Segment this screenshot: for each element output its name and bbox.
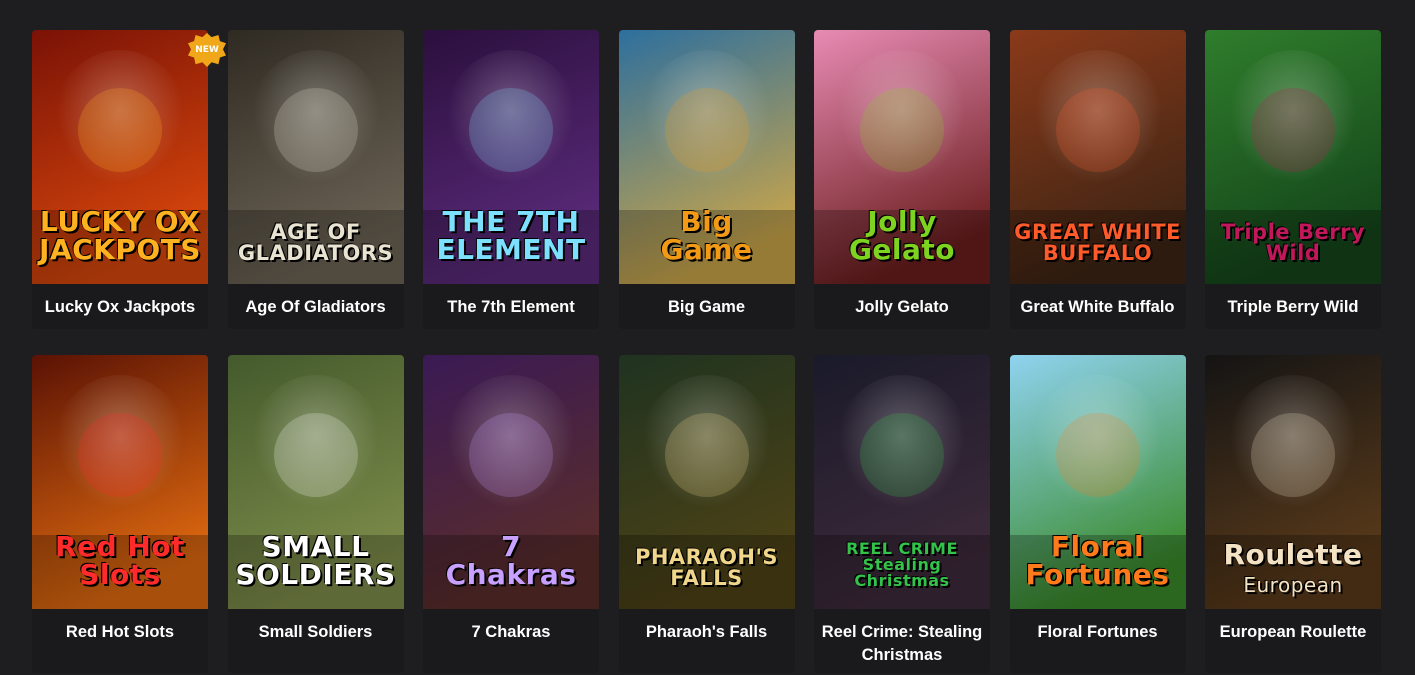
game-card-red-hot-slots[interactable]: Red Hot Slots Red Hot Slots: [32, 355, 208, 673]
game-logo: REEL CRIME Stealing Christmas: [814, 541, 990, 589]
game-title[interactable]: Floral Fortunes: [1010, 609, 1186, 644]
game-card-7-chakras[interactable]: 7 Chakras 7 Chakras: [423, 355, 599, 673]
game-title[interactable]: Lucky Ox Jackpots: [32, 284, 208, 319]
game-logo-line-2: JACKPOTS: [39, 233, 201, 266]
game-thumbnail[interactable]: 7 Chakras: [423, 355, 599, 609]
game-card-age-of-gladiators[interactable]: AGE OF GLADIATORS Age Of Gladiators: [227, 30, 404, 329]
game-logo-line-1: GREAT WHITE: [1014, 220, 1181, 244]
game-thumbnail[interactable]: THE 7TH ELEMENT: [423, 30, 599, 284]
game-card-pharaoh-s-falls[interactable]: PHARAOH'S FALLS Pharaoh's Falls: [618, 355, 795, 673]
game-logo-line-1: THE 7TH: [442, 205, 580, 238]
game-logo-line-1: PHARAOH'S: [634, 545, 779, 569]
game-logo: Red Hot Slots: [32, 533, 208, 589]
game-logo-line-1: SMALL: [261, 530, 370, 563]
game-thumbnail[interactable]: LUCKY OX JACKPOTS: [32, 30, 208, 284]
game-thumbnail[interactable]: Roulette European: [1205, 355, 1381, 609]
game-logo-line-2: Stealing Christmas: [854, 555, 950, 590]
game-logo-line-1: LUCKY OX: [39, 205, 201, 238]
game-logo-line-2: Fortunes: [1025, 558, 1170, 591]
game-thumbnail[interactable]: AGE OF GLADIATORS: [227, 30, 404, 284]
game-logo-line-2: Gelato: [848, 233, 956, 266]
game-card-triple-berry-wild[interactable]: Triple Berry Wild Triple Berry Wild: [1205, 30, 1381, 329]
game-logo: Roulette European: [1205, 538, 1381, 597]
game-logo-line-1: Red Hot: [55, 530, 185, 563]
game-title[interactable]: Reel Crime: Stealing Christmas: [814, 609, 990, 667]
game-logo: Triple Berry Wild: [1205, 222, 1381, 264]
game-logo-line-2: SOLDIERS: [235, 558, 396, 591]
game-logo-line-1: Triple Berry: [1220, 220, 1365, 244]
game-title[interactable]: Age Of Gladiators: [228, 284, 404, 319]
game-logo-line-1: Roulette: [1223, 538, 1363, 571]
game-logo: GREAT WHITE BUFFALO: [1010, 222, 1186, 264]
game-logo: AGE OF GLADIATORS: [228, 222, 404, 264]
game-logo-line-1: Big: [680, 205, 733, 238]
game-thumbnail[interactable]: PHARAOH'S FALLS: [618, 355, 795, 609]
game-logo: LUCKY OX JACKPOTS: [32, 208, 208, 264]
game-logo-line-2: Slots: [79, 558, 161, 591]
game-thumbnail[interactable]: Red Hot Slots: [32, 355, 208, 609]
game-logo: PHARAOH'S FALLS: [619, 547, 795, 589]
game-thumbnail[interactable]: Triple Berry Wild: [1205, 30, 1381, 284]
game-card-european-roulette[interactable]: Roulette European European Roulette: [1205, 355, 1381, 673]
game-title[interactable]: Pharaoh's Falls: [619, 609, 795, 644]
game-logo-line-1: Jolly: [867, 205, 937, 238]
game-logo: Floral Fortunes: [1010, 533, 1186, 589]
game-logo: Jolly Gelato: [814, 208, 990, 264]
game-logo-line-2: European: [1243, 573, 1343, 597]
game-title[interactable]: Jolly Gelato: [814, 284, 990, 319]
game-logo-line-1: Floral: [1050, 530, 1145, 563]
game-card-big-game[interactable]: Big Game Big Game: [618, 30, 795, 329]
game-title[interactable]: Red Hot Slots: [32, 609, 208, 644]
game-title[interactable]: Great White Buffalo: [1010, 284, 1186, 319]
game-logo-line-2: FALLS: [670, 566, 743, 590]
game-logo-line-2: BUFFALO: [1042, 241, 1153, 265]
game-title[interactable]: Small Soldiers: [228, 609, 404, 644]
game-logo: 7 Chakras: [423, 533, 599, 589]
game-card-small-soldiers[interactable]: SMALL SOLDIERS Small Soldiers: [227, 355, 404, 673]
game-logo-line-1: 7: [501, 530, 521, 563]
game-card-great-white-buffalo[interactable]: GREAT WHITE BUFFALO Great White Buffalo: [1009, 30, 1186, 329]
game-title[interactable]: Triple Berry Wild: [1205, 284, 1381, 319]
game-logo-line-2: Wild: [1265, 241, 1321, 265]
game-card-floral-fortunes[interactable]: Floral Fortunes Floral Fortunes: [1009, 355, 1186, 673]
game-logo: SMALL SOLDIERS: [228, 533, 404, 589]
game-title[interactable]: European Roulette: [1205, 609, 1381, 644]
game-title[interactable]: 7 Chakras: [423, 609, 599, 644]
game-card-reel-crime-stealing-christmas[interactable]: REEL CRIME Stealing Christmas Reel Crime: …: [814, 355, 990, 673]
game-logo-line-2: Chakras: [445, 558, 577, 591]
game-logo: Big Game: [619, 208, 795, 264]
game-thumbnail[interactable]: Big Game: [618, 30, 795, 284]
game-thumbnail[interactable]: Jolly Gelato: [814, 30, 990, 284]
game-thumbnail[interactable]: SMALL SOLDIERS: [227, 355, 404, 609]
game-title[interactable]: Big Game: [619, 284, 795, 319]
game-card-lucky-ox-jackpots[interactable]: LUCKY OX JACKPOTS Lucky Ox Jackpots: [32, 30, 208, 329]
game-card-jolly-gelato[interactable]: Jolly Gelato Jolly Gelato: [814, 30, 990, 329]
game-title[interactable]: The 7th Element: [423, 284, 599, 319]
game-logo: THE 7TH ELEMENT: [423, 208, 599, 264]
game-grid: LUCKY OX JACKPOTS Lucky Ox Jackpots AGE OF G…: [32, 30, 1381, 673]
game-thumbnail[interactable]: GREAT WHITE BUFFALO: [1009, 30, 1186, 284]
game-logo-line-1: AGE OF: [270, 220, 361, 244]
game-card-the-7th-element[interactable]: THE 7TH ELEMENT The 7th Element: [423, 30, 599, 329]
game-logo-line-2: ELEMENT: [436, 233, 586, 266]
game-thumbnail[interactable]: REEL CRIME Stealing Christmas: [814, 355, 990, 609]
game-logo-line-2: GLADIATORS: [237, 241, 394, 265]
game-logo-line-2: Game: [660, 233, 753, 266]
game-thumbnail[interactable]: Floral Fortunes: [1009, 355, 1186, 609]
